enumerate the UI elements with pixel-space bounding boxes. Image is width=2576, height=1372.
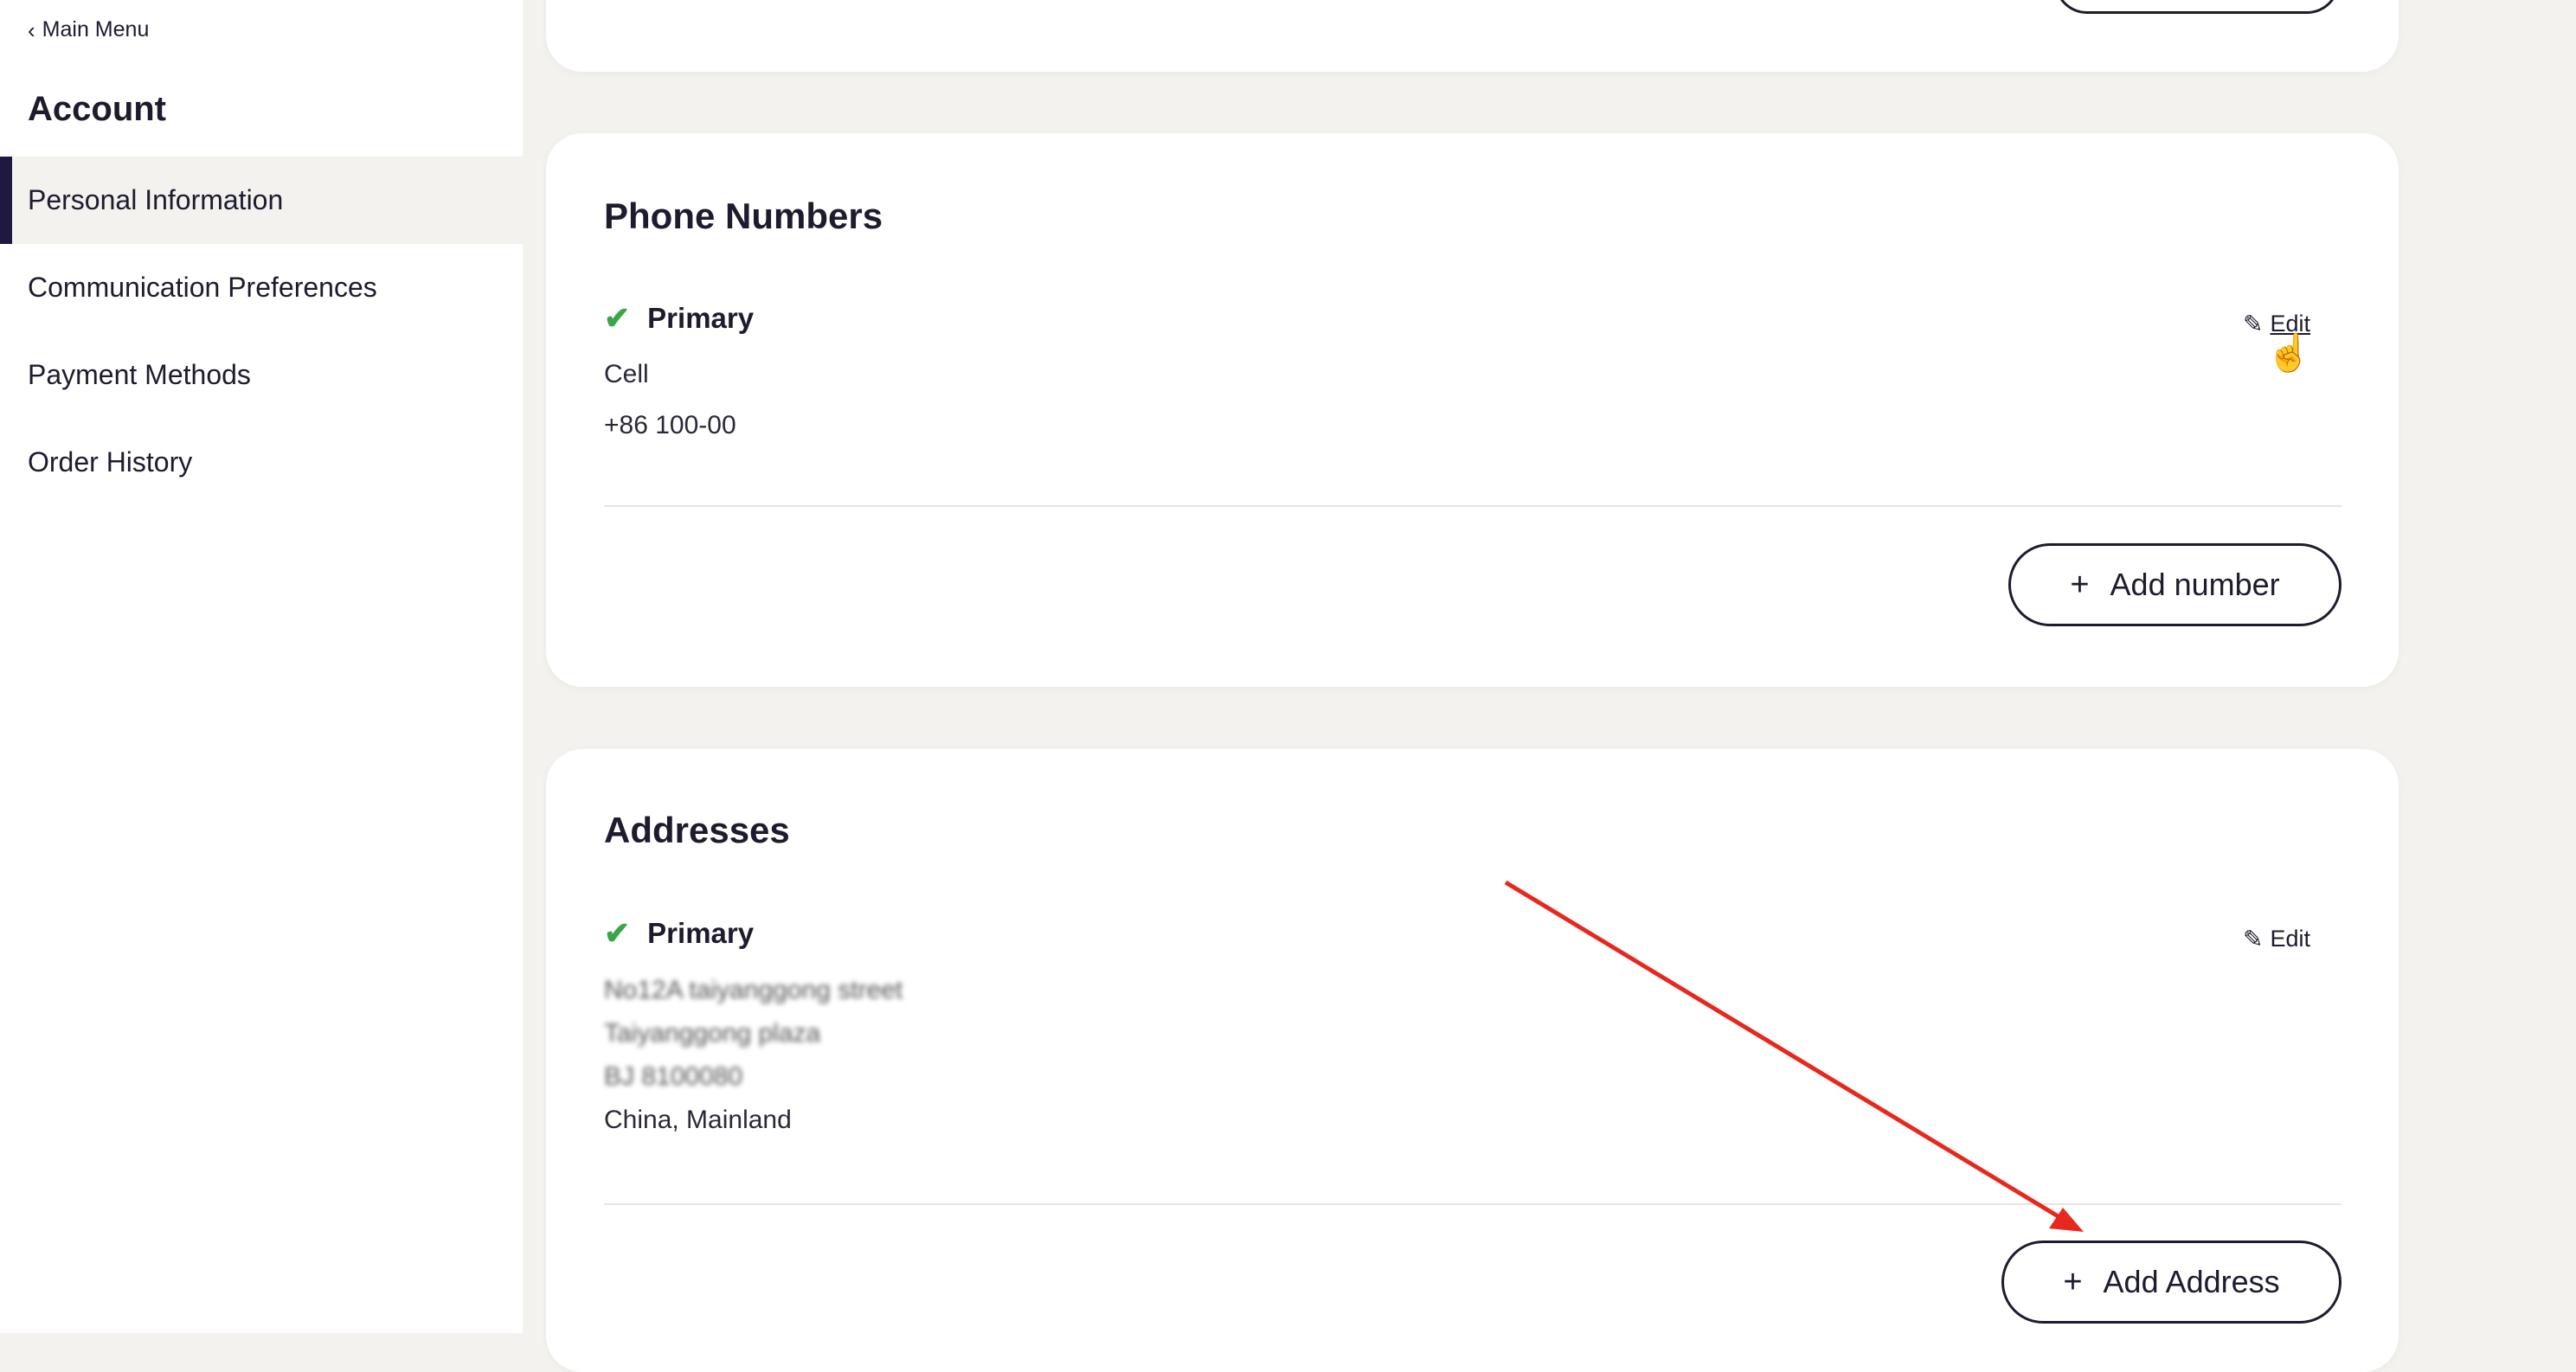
check-icon: ✔ <box>604 915 631 951</box>
sidebar-item-personal-information[interactable]: Personal Information <box>0 157 523 244</box>
previous-section-button[interactable] <box>2054 0 2340 14</box>
primary-label: Primary <box>647 302 755 334</box>
main-menu-link[interactable]: ‹ Main Menu <box>28 17 149 42</box>
edit-label: Edit <box>2270 926 2310 952</box>
sidebar-item-label: Personal Information <box>28 184 284 215</box>
sidebar-item-payment-methods[interactable]: Payment Methods <box>0 331 523 419</box>
address-primary-badge: ✔ Primary <box>604 915 754 952</box>
account-nav: Personal Information Communication Prefe… <box>0 157 523 506</box>
primary-label: Primary <box>647 917 755 949</box>
sidebar-item-label: Payment Methods <box>28 359 251 390</box>
address-line-1: No12A taiyanggong street <box>604 976 903 1004</box>
phone-numbers-title: Phone Numbers <box>604 196 883 236</box>
add-number-label: Add number <box>2110 567 2280 602</box>
add-address-label: Add Address <box>2103 1264 2280 1299</box>
sidebar-item-communication-preferences[interactable]: Communication Preferences <box>0 244 523 331</box>
hand-pointer-icon: ☝ <box>2266 332 2312 373</box>
addresses-title: Addresses <box>604 810 790 850</box>
sidebar: ‹ Main Menu Account Personal Information… <box>0 0 523 1333</box>
phone-primary-badge: ✔ Primary <box>604 300 754 337</box>
add-number-button[interactable]: + Add number <box>2008 543 2342 626</box>
sidebar-item-order-history[interactable]: Order History <box>0 419 523 506</box>
phone-number: +86 100-00 <box>604 411 736 439</box>
phone-type: Cell <box>604 360 649 388</box>
sidebar-item-label: Order History <box>28 446 193 478</box>
previous-section-card <box>546 0 2399 72</box>
chevron-left-icon: ‹ <box>28 16 35 43</box>
check-icon: ✔ <box>604 300 631 336</box>
plus-icon: + <box>2070 566 2090 603</box>
address-country: China, Mainland <box>604 1106 792 1134</box>
sidebar-item-label: Communication Preferences <box>28 272 377 303</box>
main-menu-label: Main Menu <box>42 17 150 42</box>
account-heading: Account <box>28 90 166 128</box>
plus-icon: + <box>2063 1263 2083 1300</box>
addresses-card: Addresses ✔ Primary No12A taiyanggong st… <box>546 749 2399 1372</box>
phone-numbers-card: Phone Numbers ✔ Primary Cell +86 100-00 … <box>546 133 2399 687</box>
address-line-3: BJ 8100080 <box>604 1062 743 1091</box>
pencil-icon: ✎ <box>2243 311 2264 337</box>
pencil-icon: ✎ <box>2243 926 2264 952</box>
add-address-button[interactable]: + Add Address <box>2001 1241 2342 1324</box>
address-line-2: Taiyanggong plaza <box>604 1019 821 1048</box>
address-edit-link[interactable]: ✎ Edit <box>2243 925 2310 953</box>
address-divider <box>604 1203 2342 1205</box>
phone-divider <box>604 505 2342 507</box>
